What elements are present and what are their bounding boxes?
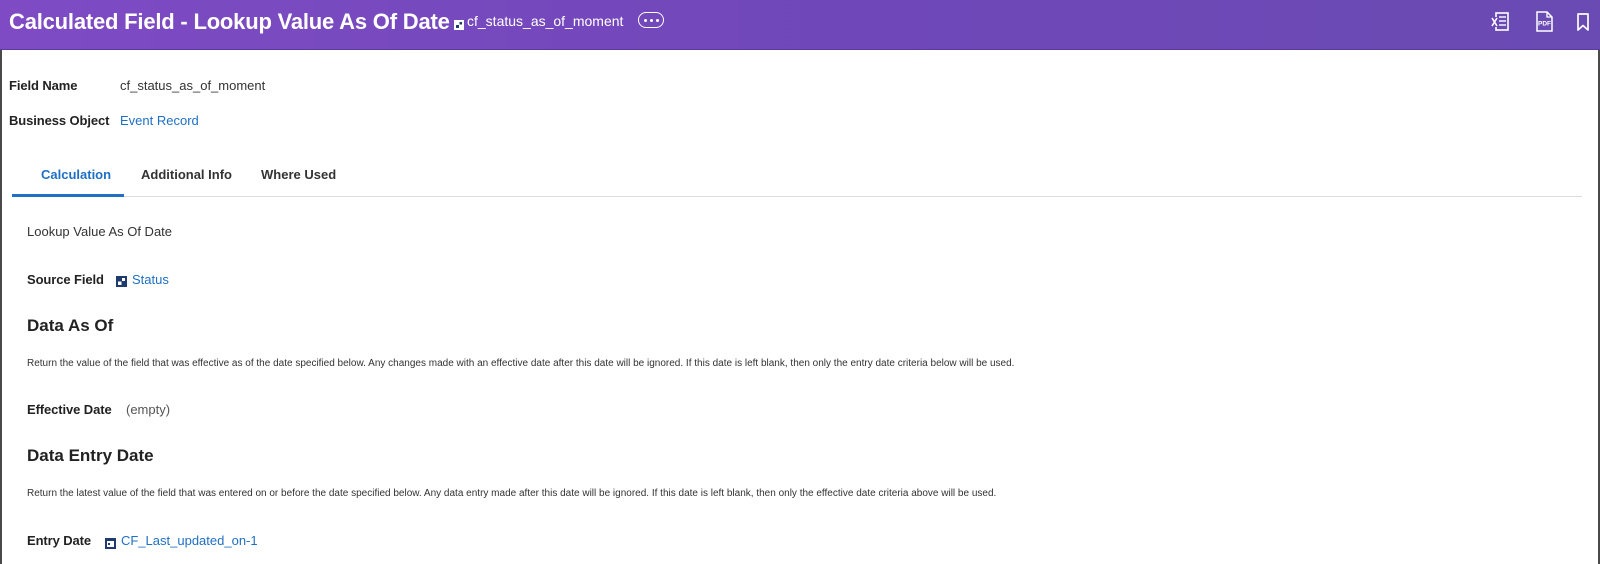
tab-bar: Calculation Additional Info Where Used: [12, 157, 1582, 197]
calculation-type: Lookup Value As Of Date: [27, 224, 173, 239]
data-entry-date-description: Return the latest value of the field tha…: [27, 488, 997, 499]
active-tab-indicator: [12, 194, 124, 197]
entry-date-label: Entry Date: [27, 533, 92, 548]
data-entry-date-heading: Data Entry Date: [27, 446, 154, 465]
effective-date-value: (empty): [126, 402, 171, 417]
pdf-export-icon[interactable]: PDF: [1533, 10, 1555, 34]
field-id-text: cf_status_as_of_moment: [467, 13, 624, 29]
data-as-of-description: Return the value of the field that was e…: [27, 358, 1015, 369]
effective-date-label: Effective Date: [27, 402, 112, 417]
field-icon: [116, 274, 127, 287]
entry-date-link[interactable]: CF_Last_updated_on-1: [121, 533, 258, 548]
source-field-label: Source Field: [27, 272, 104, 287]
tab-where-used[interactable]: Where Used: [261, 167, 336, 182]
source-field-link[interactable]: Status: [132, 272, 169, 287]
svg-text:PDF: PDF: [1538, 21, 1551, 28]
business-object-label: Business Object: [9, 113, 110, 128]
bookmark-icon[interactable]: [1574, 10, 1592, 34]
tab-calculation[interactable]: Calculation: [41, 167, 111, 182]
excel-export-icon[interactable]: [1489, 10, 1511, 34]
data-as-of-heading: Data As Of: [27, 316, 114, 335]
page-title: Calculated Field - Lookup Value As Of Da…: [9, 9, 450, 34]
field-id-badge: cf_status_as_of_moment: [454, 12, 623, 30]
calculated-field-icon: [454, 16, 464, 30]
page-header: Calculated Field - Lookup Value As Of Da…: [0, 0, 1600, 50]
field-name-value: cf_status_as_of_moment: [120, 78, 266, 93]
ellipsis-icon[interactable]: [638, 12, 664, 28]
calendar-field-icon: [105, 536, 116, 549]
tab-additional-info[interactable]: Additional Info: [141, 167, 232, 182]
business-object-link[interactable]: Event Record: [120, 113, 199, 128]
field-name-label: Field Name: [9, 78, 78, 93]
